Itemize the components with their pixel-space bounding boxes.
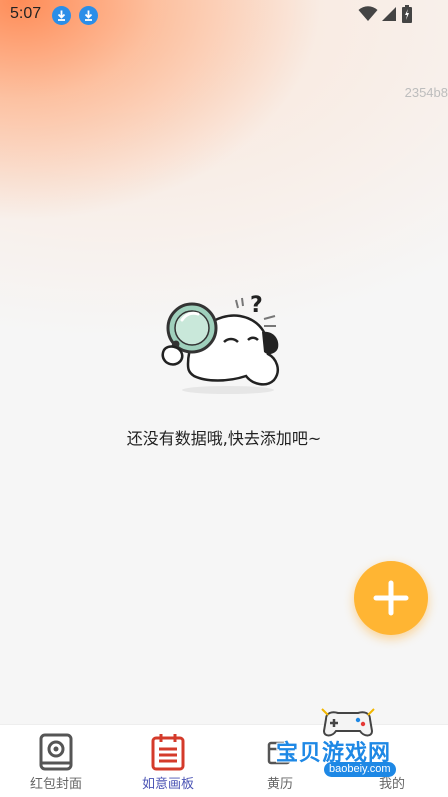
tab-red-envelope-cover[interactable]: 红包封面 — [0, 725, 112, 797]
tab-label: 我的 — [378, 777, 405, 792]
almanac-icon — [267, 741, 291, 765]
status-bar: 5:07 — [0, 0, 448, 30]
background-gradient — [0, 0, 448, 796]
tab-profile[interactable]: 我的 — [336, 725, 448, 797]
tab-label: 红包封面 — [29, 777, 82, 792]
empty-state-message: 还没有数据哦,快去添加吧~ — [126, 429, 322, 448]
status-time: 5:07 — [10, 5, 42, 22]
empty-state-illustration: ? — [161, 293, 279, 394]
add-button[interactable] — [354, 561, 428, 635]
plus-icon — [373, 580, 409, 616]
corner-id-text: 2354b8 — [404, 85, 448, 100]
tab-ruyi-board[interactable]: 如意画板 — [112, 725, 224, 797]
calendar-board-icon — [151, 734, 185, 771]
tab-label: 黄历 — [266, 777, 293, 792]
tab-bar: 红包封面 如意画板 黄历 我的 — [0, 724, 448, 797]
battery-icon — [402, 5, 412, 23]
download-icon — [52, 6, 71, 25]
wifi-icon — [358, 6, 378, 21]
tab-label: 如意画板 — [141, 777, 194, 792]
svg-text:?: ? — [250, 293, 263, 318]
download-icon — [79, 6, 98, 25]
tab-almanac[interactable]: 黄历 — [224, 725, 336, 797]
signal-icon — [382, 7, 396, 21]
red-envelope-icon — [39, 733, 73, 771]
